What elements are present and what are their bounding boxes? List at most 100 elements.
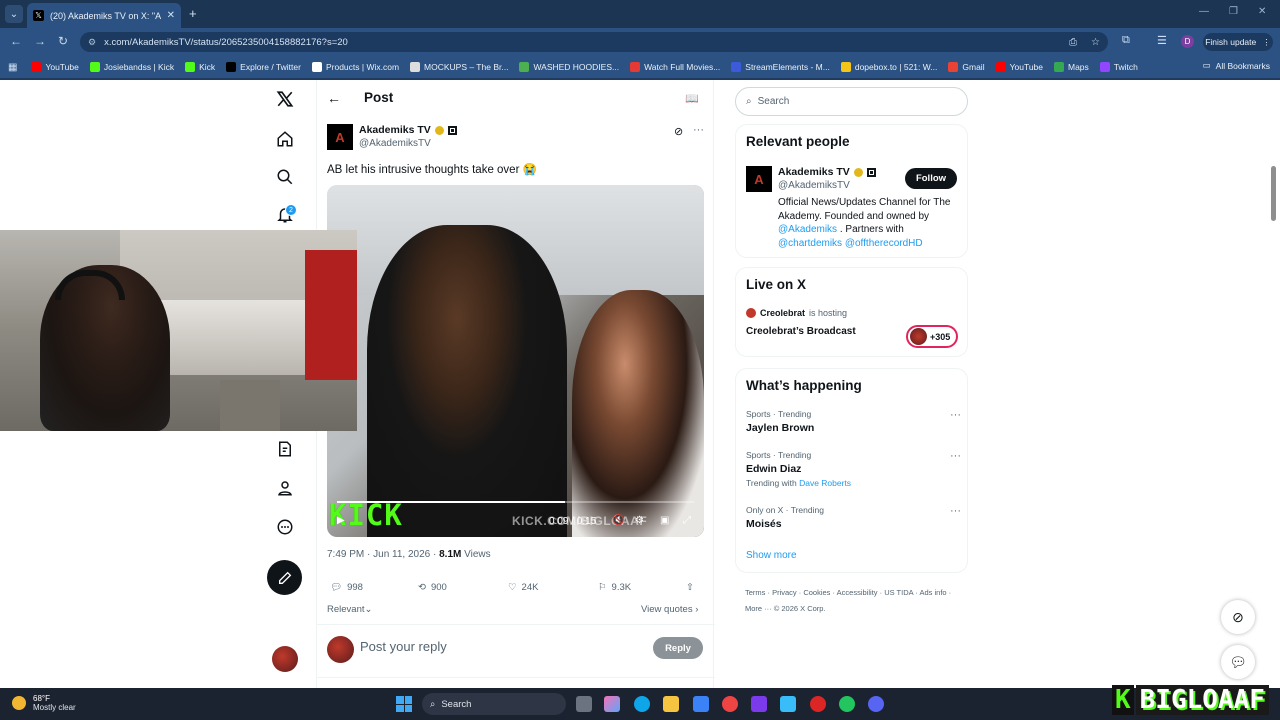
active-tab[interactable]: 𝕏 (20) Akademiks TV on X: "AB le ✕ [27,3,181,28]
more-options-icon[interactable] [274,516,296,538]
bookmark-item[interactable]: YouTube [995,62,1043,72]
settings-gear-icon[interactable]: ⚙ [635,515,644,526]
show-more-link[interactable]: Show more [746,550,797,561]
trend-item[interactable]: Only on X · Trending Moisés ··· [746,505,961,530]
person-avatar[interactable]: A [746,166,772,192]
follow-button[interactable]: Follow [905,168,957,189]
back-icon[interactable]: ← [10,34,22,48]
author-avatar[interactable]: A [327,124,353,150]
sort-replies-dropdown[interactable]: Relevant⌄ [327,604,372,615]
home-icon[interactable] [274,128,296,150]
bookmark-action[interactable]: ⚐ 9.3K [598,582,631,593]
account-avatar[interactable] [272,646,298,672]
person-handle[interactable]: @AkademiksTV [778,180,850,191]
bookmark-item[interactable]: Watch Full Movies... [630,62,720,72]
edge-icon[interactable] [634,696,650,712]
weather-widget[interactable]: 68°F Mostly clear [12,694,76,712]
bookmark-item[interactable]: Gmail [948,62,985,72]
copilot-icon[interactable] [604,696,620,712]
reply-input[interactable]: Post your reply [360,639,447,654]
bookmark-item[interactable]: MOCKUPS – The Br... [410,62,508,72]
forward-icon[interactable]: → [34,34,46,48]
chrome-icon[interactable] [722,696,738,712]
restore-icon[interactable]: ❐ [1229,6,1238,17]
start-button-icon[interactable] [396,696,412,712]
back-arrow-icon[interactable]: ← [327,90,341,106]
share-action[interactable]: ⇧ [686,582,694,593]
bookmark-item[interactable]: Maps [1054,62,1089,72]
extensions-icon[interactable]: ⧉ [1122,34,1130,47]
discord-icon[interactable] [868,696,884,712]
trend-item[interactable]: Sports · Trending Edwin Diaz Trending wi… [746,450,961,488]
profile-avatar[interactable]: D [1181,35,1194,48]
host-line[interactable]: Creolebrat is hosting [746,308,847,318]
person-name[interactable]: Akademiks TV [778,166,876,178]
compose-post-button[interactable] [267,560,302,595]
bookmark-star-icon[interactable]: ☆ [1091,37,1100,48]
messages-fab-icon[interactable]: 💬︎ [1221,645,1255,679]
new-tab-button[interactable]: + [189,6,197,21]
like-action[interactable]: ♡ 24K [508,582,538,593]
task-view-icon[interactable] [576,696,592,712]
bookmark-item[interactable]: WASHED HOODIES... [519,62,619,72]
profile-icon[interactable] [274,477,296,499]
bookmark-item[interactable]: StreamElements - M... [731,62,830,72]
pip-icon[interactable]: ▣ [660,515,669,526]
fullscreen-icon[interactable]: ⤢ [683,515,691,526]
photos-icon[interactable] [780,696,796,712]
apps-grid-icon[interactable]: ▦ [8,62,17,73]
bookmark-item[interactable]: Twitch [1099,62,1138,72]
video-player[interactable]: KICK KICK.COM/BIGLOAAF ▶ 0:09 / 0:15 🔇 ⚙… [327,185,704,537]
taskbar-search[interactable]: ⌕ Search [422,693,566,715]
close-window-icon[interactable]: ✕ [1258,6,1266,17]
play-icon[interactable]: ▶ [337,515,345,526]
address-bar[interactable]: ⚙ x.com/AkademiksTV/status/2065235004158… [80,32,1108,52]
scrollbar[interactable] [1271,166,1276,221]
reader-mode-icon[interactable]: 📖 [685,92,699,105]
post-more-icon[interactable]: ··· [693,124,704,136]
minimize-icon[interactable]: — [1199,6,1209,17]
reading-list-icon[interactable]: ☰ [1157,34,1167,47]
app-icon[interactable] [751,696,767,712]
author-name[interactable]: Akademiks TV [359,124,457,136]
premium-icon[interactable] [274,438,296,460]
search-icon[interactable] [274,166,296,188]
mention-link[interactable]: @Akademiks [778,224,837,235]
mention-link[interactable]: @chartdemiks [778,238,842,249]
mention-link[interactable]: @offtherecordHD [842,238,923,249]
reply-action[interactable]: 💬︎ 998 [330,582,363,593]
app-icon[interactable] [810,696,826,712]
volume-icon[interactable]: 🔇 [612,515,624,526]
reload-icon[interactable]: ↻ [58,34,68,48]
bookmark-item[interactable]: Josiebandss | Kick [89,62,174,72]
close-tab-icon[interactable]: ✕ [167,10,175,21]
footer-links[interactable]: Terms · Privacy · Cookies · Accessibilit… [745,585,960,617]
chrome-profile-icon[interactable] [839,696,855,712]
grok-icon[interactable]: ⊘ [674,125,683,138]
x-logo-icon[interactable] [274,88,296,110]
bookmark-item[interactable]: YouTube [31,62,79,72]
bookmark-item[interactable]: Kick [185,62,215,72]
file-explorer-icon[interactable] [663,696,679,712]
trend-more-icon[interactable]: ··· [950,409,961,421]
tab-search-button[interactable]: ⌄ [5,5,23,23]
store-icon[interactable] [693,696,709,712]
video-progress-bar[interactable] [337,501,694,503]
site-info-icon[interactable]: ⚙ [88,37,96,48]
trend-more-icon[interactable]: ··· [950,505,961,517]
bookmark-item[interactable]: Products | Wix.com [311,62,399,72]
search-input[interactable]: ⌕ Search [735,87,968,116]
finish-update-button[interactable]: Finish update ⋮ [1203,33,1273,51]
broadcast-title[interactable]: Creolebrat’s Broadcast [746,326,856,337]
bookmark-item[interactable]: dopebox.to | 521: W... [840,62,937,72]
listeners-pill[interactable]: +305 [906,325,958,348]
grok-fab-icon[interactable]: ⊘ [1221,600,1255,634]
reply-button[interactable]: Reply [653,637,703,659]
view-quotes-link[interactable]: View quotes › [641,604,698,615]
install-app-icon[interactable]: ⎙ [1069,37,1077,48]
bookmark-item[interactable]: Explore / Twitter [226,62,301,72]
author-handle[interactable]: @AkademiksTV [359,138,431,149]
trend-more-icon[interactable]: ··· [950,450,961,462]
repost-action[interactable]: ⟲ 900 [418,582,447,593]
trend-item[interactable]: Sports · Trending Jaylen Brown ··· [746,409,961,434]
